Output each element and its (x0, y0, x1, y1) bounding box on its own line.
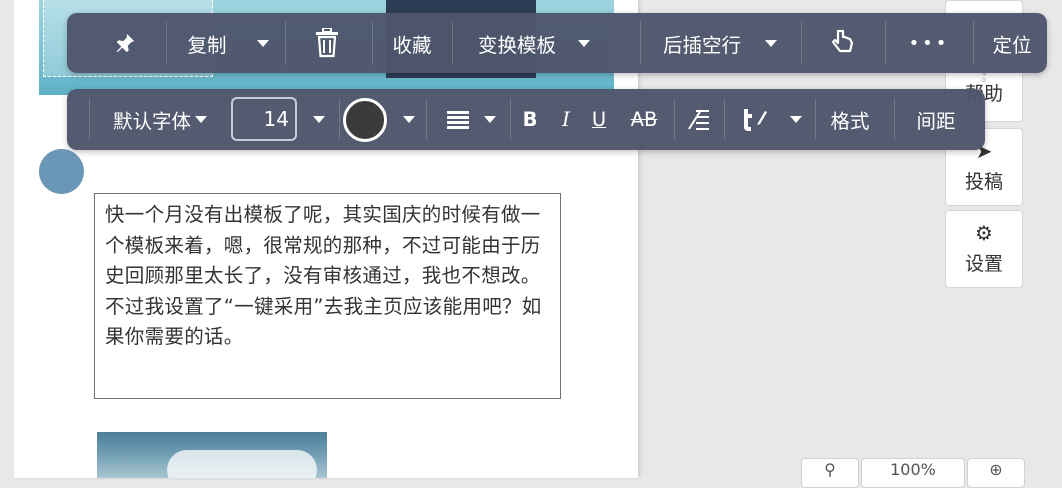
switch-template-button[interactable]: 变换模板 (470, 13, 598, 73)
separator (285, 21, 286, 65)
chevron-down-icon (484, 116, 496, 123)
chevron-down-icon (195, 116, 207, 123)
style-button[interactable]: 格式 (825, 89, 875, 150)
delete-button[interactable] (309, 13, 345, 73)
zoom-out-button[interactable]: ⚲ (801, 458, 859, 488)
clear-format-icon (688, 108, 709, 130)
underline-label: U (591, 108, 607, 131)
format-toolbar: 默认字体 14 B I U AB 格式 间距 (67, 89, 985, 150)
text-color-dropdown[interactable] (397, 89, 421, 150)
separator (894, 99, 895, 140)
italic-label: I (562, 108, 570, 131)
zoom-in-icon: ⊕ (989, 460, 1003, 479)
zoom-out-icon: ⚲ (824, 460, 836, 479)
text-color-swatch[interactable] (343, 98, 387, 142)
favorite-button[interactable]: 收藏 (385, 13, 439, 73)
separator (674, 99, 675, 140)
align-button[interactable] (443, 89, 499, 150)
insert-blank-line-button[interactable]: 后插空行 (657, 13, 783, 73)
settings-button[interactable]: ⚙ 设置 (945, 210, 1023, 288)
locate-label: 定位 (992, 33, 1032, 57)
spacing-label: 间距 (916, 110, 956, 133)
spacing-button[interactable]: 间距 (911, 89, 961, 150)
content-image[interactable] (97, 432, 327, 478)
zoom-level[interactable]: 100% (861, 458, 965, 488)
zoom-value: 100% (890, 460, 936, 479)
chevron-down-icon[interactable] (765, 39, 777, 47)
separator (339, 99, 340, 140)
avatar (39, 149, 84, 194)
strikethrough-label: AB (630, 108, 658, 131)
block-toolbar: 复制 收藏 变换模板 后插空行 ••• 定位 (67, 13, 1047, 73)
trash-icon (316, 28, 338, 58)
separator (372, 21, 373, 65)
more-label: ••• (908, 32, 950, 54)
pin-icon (116, 33, 135, 53)
chevron-down-icon (403, 116, 415, 123)
chevron-down-icon (313, 116, 325, 123)
font-size-dropdown[interactable] (307, 89, 331, 150)
separator (815, 99, 816, 140)
more-button[interactable]: ••• (899, 13, 959, 73)
separator (452, 21, 453, 65)
switch-template-label: 变换模板 (477, 33, 556, 57)
chevron-down-icon (790, 116, 802, 123)
clear-format-button[interactable] (686, 89, 712, 150)
font-family-select[interactable]: 默认字体 (107, 89, 213, 150)
separator (801, 21, 802, 65)
copy-label: 复制 (187, 33, 227, 57)
bold-button[interactable]: B (519, 89, 541, 150)
separator (885, 21, 886, 65)
settings-label: 设置 (964, 253, 1003, 275)
hand-pointer-icon (831, 29, 854, 53)
separator (510, 99, 511, 140)
italic-button[interactable]: I (556, 89, 576, 150)
text-effect-icon (744, 108, 767, 131)
separator (640, 21, 641, 65)
separator (973, 21, 974, 65)
image-cloud (167, 450, 317, 478)
chevron-down-icon[interactable] (256, 39, 269, 47)
strikethrough-button[interactable]: AB (627, 89, 661, 150)
locate-button[interactable]: 定位 (985, 13, 1039, 73)
pointer-button[interactable] (825, 13, 861, 73)
font-family-label: 默认字体 (112, 110, 191, 133)
separator (166, 21, 167, 65)
font-size-value: 14 (263, 107, 289, 131)
zoom-in-button[interactable]: ⊕ (967, 458, 1025, 488)
gear-icon: ⚙ (975, 221, 993, 245)
style-label: 格式 (830, 110, 870, 133)
align-justify-icon (447, 110, 469, 129)
chevron-down-icon[interactable] (578, 39, 590, 47)
pin-button[interactable] (105, 13, 145, 73)
post-label: 投稿 (964, 171, 1003, 193)
font-size-input[interactable]: 14 (231, 97, 297, 141)
separator (724, 99, 725, 140)
copy-button[interactable]: 复制 (183, 13, 273, 73)
paragraph-text-block[interactable]: 快一个月没有出模板了呢，其实国庆的时候有做一个模板来着，嗯，很常规的那种，不过可… (94, 193, 561, 399)
underline-button[interactable]: U (588, 89, 610, 150)
bold-label: B (522, 108, 538, 131)
text-effect-button[interactable] (735, 89, 805, 150)
favorite-label: 收藏 (392, 33, 432, 57)
separator (89, 99, 90, 140)
separator (426, 99, 427, 140)
paragraph-text: 快一个月没有出模板了呢，其实国庆的时候有做一个模板来着，嗯，很常规的那种，不过可… (105, 203, 542, 348)
insert-blank-line-label: 后插空行 (662, 33, 741, 57)
